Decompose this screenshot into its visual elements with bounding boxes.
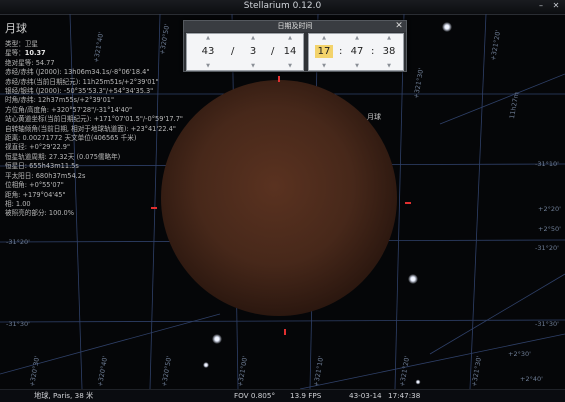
info-row: 被照亮的部分: 100.0% [5,209,75,218]
info-row: 方位角/高度角: +320°57'28"/-31°14'40" [5,105,133,114]
info-row: 绝对星等: 54.77 [5,58,55,67]
grid-line [429,273,565,355]
day-spinbox[interactable]: ▲ 14 ▼ [279,34,301,70]
spin-up-icon[interactable]: ▲ [347,35,367,41]
spin-up-icon[interactable]: ▲ [379,35,399,41]
info-row: 相: 1.00 [5,199,31,208]
spin-down-icon[interactable]: ▼ [241,63,265,69]
moon-label: 月球 [367,113,381,121]
hour-spinbox[interactable]: ▲ 17 ▼ [315,34,333,70]
grid-label: -31°10' [535,160,559,168]
dialog-close-button[interactable]: ✕ [394,21,404,32]
grid-label: +2°20' [538,205,561,213]
object-info-panel: 月球 类型：卫星 星等：10.37 绝对星等: 54.77 赤经/赤纬 (J20… [5,22,183,219]
status-fps: 13.9 FPS [290,391,322,400]
marker-right [405,202,411,204]
info-row: 平太阳日: 680h37m54.2s [5,171,86,180]
grid-label: +2°30' [508,350,531,358]
star [415,379,421,385]
time-separator: : [371,46,375,57]
status-location: 地球, Paris, 38 米 [34,391,94,400]
status-fov: FOV 0.805° [234,391,276,400]
info-row: 类型：卫星 [5,40,38,48]
dialog-title[interactable]: 日期及时间 [184,21,406,32]
spin-up-icon[interactable]: ▲ [315,35,333,41]
grid-label: +2°50' [538,225,561,233]
date-separator: / [271,46,275,57]
spin-down-icon[interactable]: ▼ [347,63,367,69]
status-bar: 地球, Paris, 38 米 FOV 0.805° 13.9 FPS 43-0… [0,389,565,402]
spin-down-icon[interactable]: ▼ [379,63,399,69]
grid-line [0,319,565,323]
time-separator: : [339,46,343,57]
time-group: ▲ 17 ▼ : ▲ 47 ▼ : ▲ 38 ▼ [308,33,404,71]
marker-top [278,76,280,82]
spin-down-icon[interactable]: ▼ [193,63,223,69]
spin-down-icon[interactable]: ▼ [315,63,333,69]
hour-value[interactable]: 17 [315,45,333,58]
year-value[interactable]: 43 [193,45,223,58]
status-date: 43-03-14 [349,391,382,400]
info-row: 视直径: +0°29'22.9" [5,143,71,152]
title-bar: Stellarium 0.12.0 – ✕ [0,0,565,15]
year-spinbox[interactable]: ▲ 43 ▼ [193,34,223,70]
star [212,334,222,344]
star [203,362,209,368]
month-value[interactable]: 3 [241,45,265,58]
info-row: 位相角: +0°55'07" [5,181,64,190]
spin-up-icon[interactable]: ▲ [279,35,301,41]
grid-label: -31°20' [535,244,559,252]
grid-line [469,14,487,389]
spin-up-icon[interactable]: ▲ [193,35,223,41]
star [442,22,452,32]
day-value[interactable]: 14 [279,45,301,58]
second-value[interactable]: 38 [379,45,399,58]
info-row: 时角/赤纬: 12h37m55s/+2°39'01" [5,96,114,105]
moon-disk [161,80,397,316]
minimize-button[interactable]: – [536,1,546,11]
info-row: 站心黄道坐标(当前日期纪元): +171°07'01.5"/-0°59'17.7… [5,115,183,124]
minute-value[interactable]: 47 [347,45,367,58]
stellarium-window: Stellarium 0.12.0 – ✕ -31°20' -31°30' -3… [0,0,565,402]
info-row: 赤经/赤纬 (J2000): 13h06m34.1s/-8°06'18.4" [5,68,150,77]
grid-line [439,73,565,125]
info-row: 恒星轨道周期: 27.32天 (0.075儒略年) [5,152,121,161]
star [408,274,418,284]
info-row: 距角: +179°04'45" [5,190,66,199]
spin-down-icon[interactable]: ▼ [279,63,301,69]
object-name: 月球 [5,22,27,35]
date-separator: / [231,46,235,57]
date-time-dialog: 日期及时间 ✕ ▲ 43 ▼ / ▲ 3 ▼ / ▲ 14 ▼ ▲ 17 ▼:… [183,20,407,72]
close-window-button[interactable]: ✕ [551,1,561,11]
minute-spinbox[interactable]: ▲ 47 ▼ [347,34,367,70]
month-spinbox[interactable]: ▲ 3 ▼ [241,34,265,70]
date-group: ▲ 43 ▼ / ▲ 3 ▼ / ▲ 14 ▼ [186,33,304,71]
info-row: 赤经/赤纬(当前日期纪元): 11h25m51s/+2°39'01" [5,77,159,86]
grid-label: -31°30' [535,320,559,328]
marker-bottom [284,329,286,335]
grid-label: +2°40' [520,375,543,383]
second-spinbox[interactable]: ▲ 38 ▼ [379,34,399,70]
info-row: 恒星日: 655h43m11.5s [5,162,79,171]
spin-up-icon[interactable]: ▲ [241,35,265,41]
window-title: Stellarium 0.12.0 [243,1,322,11]
grid-label: -31°20' [6,238,30,246]
info-row: 自转轴倾角(当前日期, 相对于地球轨道面): +23°41'22.4" [5,124,176,133]
grid-label: -31°30' [6,320,30,328]
status-time: 17:47:38 [388,391,421,400]
info-row: 星等：10.37 [5,49,46,58]
